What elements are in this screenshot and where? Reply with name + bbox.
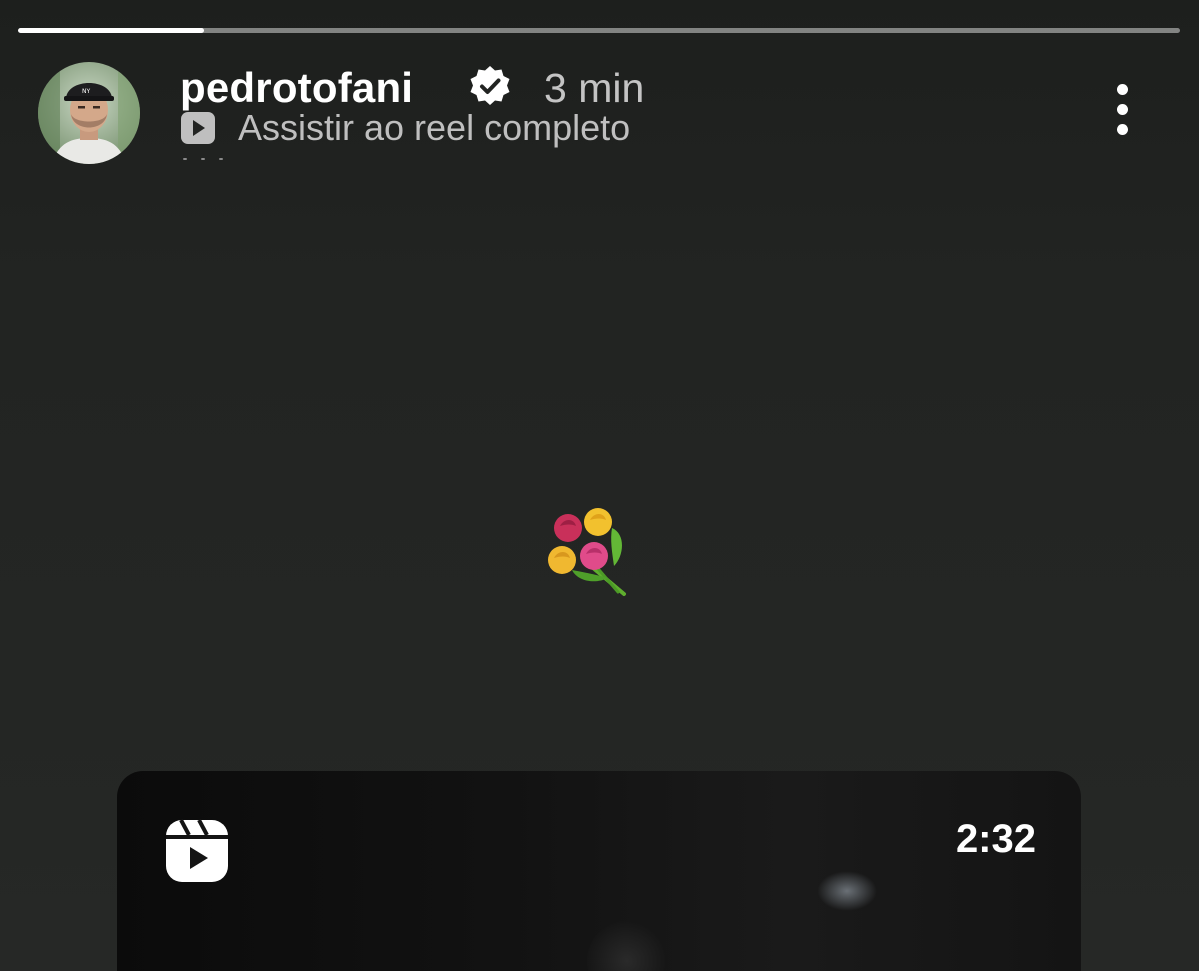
story-progress-fill	[18, 28, 204, 33]
watch-full-reel-link[interactable]: Assistir ao reel completo	[180, 108, 630, 148]
avatar[interactable]: NY	[38, 62, 140, 164]
reel-duration: 2:32	[955, 817, 1036, 861]
more-dot-icon	[1117, 84, 1128, 95]
watch-full-reel-label: Assistir ao reel completo	[238, 107, 631, 148]
svg-text:NY: NY	[82, 88, 90, 95]
reels-icon	[166, 819, 228, 882]
more-dot-icon	[1117, 124, 1128, 135]
reel-thumbnail-figure	[587, 921, 667, 971]
story-timestamp: 3 min	[544, 65, 645, 111]
play-square-icon	[181, 112, 215, 144]
truncated-caption: ...	[180, 158, 560, 168]
bouquet-icon[interactable]	[538, 500, 638, 600]
username[interactable]: pedrotofani	[180, 64, 413, 112]
shared-reel-card[interactable]: 2:32	[117, 771, 1081, 971]
more-options-button[interactable]	[1100, 82, 1146, 138]
verified-badge-icon	[470, 66, 510, 105]
story-progress-bar	[18, 28, 1180, 33]
story-viewer[interactable]: NY pedrotofani 3 min Assistir ao reel co…	[0, 0, 1199, 971]
reel-thumbnail-light	[817, 871, 877, 911]
more-dot-icon	[1117, 104, 1128, 115]
